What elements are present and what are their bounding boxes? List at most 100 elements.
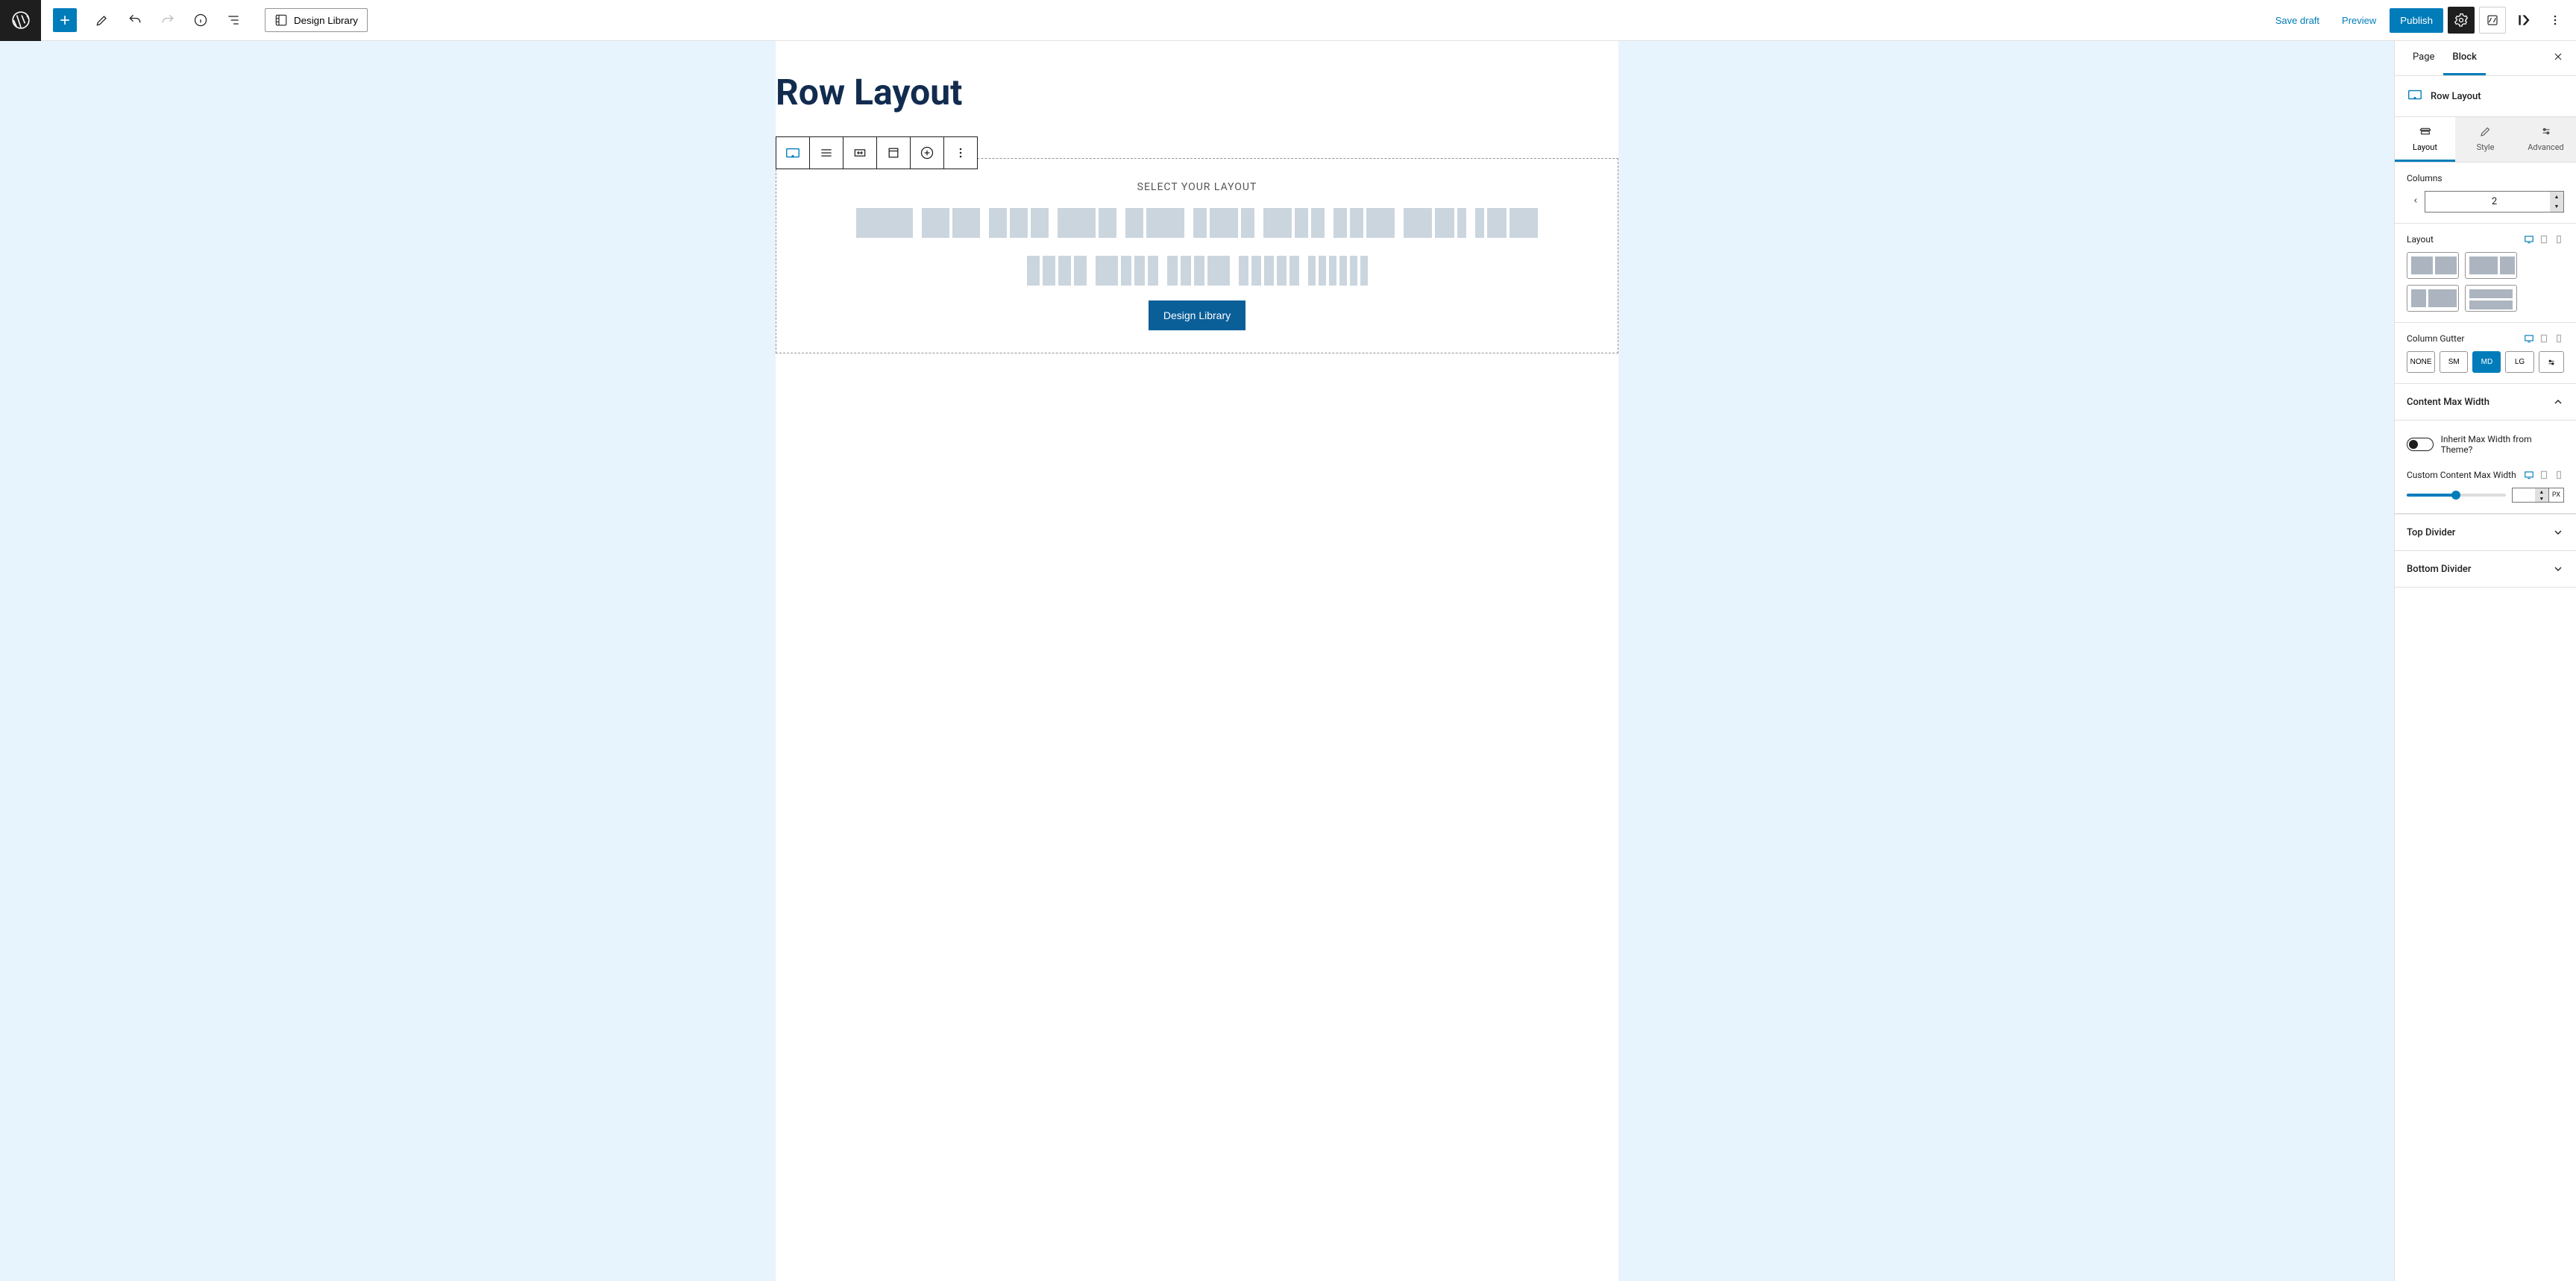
tab-block[interactable]: Block [2443,41,2485,75]
gutter-custom[interactable] [2539,351,2564,373]
vertical-align-button[interactable] [877,137,910,169]
columns-control: 2 ▲ ▼ [2407,191,2564,213]
layout-options [799,208,1595,286]
settings-tabs: Layout Style Advanced [2395,117,2576,163]
redo-button[interactable] [154,7,181,34]
tablet-icon[interactable] [2539,333,2549,344]
edit-mode-button[interactable] [89,7,116,34]
columns-input[interactable]: 2 ▲ ▼ [2425,191,2564,213]
layout-3col-rightwide[interactable] [1333,208,1395,238]
bottom-divider-header[interactable]: Bottom Divider [2395,551,2576,588]
gutter-none[interactable]: NONE [2407,351,2435,373]
info-button[interactable] [187,7,214,34]
tab-advanced[interactable]: Advanced [2516,117,2576,162]
width-input[interactable]: ▲ ▼ [2512,488,2549,503]
undo-button[interactable] [122,7,148,34]
tab-layout[interactable]: Layout [2395,117,2455,162]
design-library-label: Design Library [294,15,358,26]
tab-page[interactable]: Page [2404,41,2443,75]
layout-3col-firsthalf[interactable] [1404,208,1466,238]
block-name: Row Layout [2431,91,2481,102]
row-layout-icon [2407,86,2423,106]
layout-left-heavy[interactable] [2465,252,2517,279]
wordpress-logo[interactable] [0,0,41,41]
jetpack-button[interactable] [2479,7,2506,34]
desktop-icon[interactable] [2524,234,2534,245]
desktop-icon[interactable] [2524,470,2534,480]
layout-stacked[interactable] [2465,285,2517,312]
columns-decrease[interactable] [2407,196,2425,207]
width-unit[interactable]: PX [2549,488,2564,503]
close-sidebar-button[interactable] [2549,48,2567,69]
inherit-label: Inherit Max Width from Theme? [2441,434,2564,455]
block-more-button[interactable] [944,137,977,169]
desktop-icon[interactable] [2524,333,2534,344]
design-library-button[interactable]: Design Library [265,8,368,32]
tablet-icon[interactable] [2539,234,2549,245]
add-block-button[interactable] [53,8,77,32]
inherit-toggle[interactable] [2407,438,2434,451]
gutter-device-toggles [2524,333,2564,344]
layout-right-heavy[interactable] [2407,285,2459,312]
layout-5col[interactable] [1239,256,1299,286]
columns-spin-up[interactable]: ▲ [2550,192,2563,202]
layout-4col[interactable] [1027,256,1087,286]
layout-4col-leftwide[interactable] [1096,256,1158,286]
layout-3col-equal[interactable] [989,208,1049,238]
toolbar-left: Design Library [41,7,368,34]
more-options-button[interactable] [2542,7,2569,34]
width-button[interactable] [844,137,876,169]
columns-panel: Columns 2 ▲ ▼ [2395,163,2576,224]
canvas-area: Row Layout [0,41,2394,1281]
layout-2col-equal[interactable] [922,208,980,238]
placeholder-design-library-button[interactable]: Design Library [1149,300,1245,330]
top-toolbar: Design Library Save draft Preview Publis… [0,0,2576,41]
layout-6col[interactable] [1308,256,1368,286]
layout-device-toggles [2524,234,2564,245]
columns-spin-down[interactable]: ▼ [2550,202,2563,213]
gutter-lg[interactable]: LG [2505,351,2533,373]
layout-equal[interactable] [2407,252,2459,279]
layout-3col-leftwide[interactable] [1263,208,1325,238]
block-type-button[interactable] [776,137,809,169]
width-slider[interactable] [2407,494,2506,497]
block-header: Row Layout [2395,76,2576,117]
align-button[interactable] [810,137,843,169]
mobile-icon[interactable] [2554,470,2564,480]
list-view-button[interactable] [220,7,247,34]
settings-toggle-button[interactable] [2448,7,2475,34]
content-max-width-body: Inherit Max Width from Theme? Custom Con… [2395,421,2576,514]
inherit-toggle-row: Inherit Max Width from Theme? [2407,431,2564,458]
page-title[interactable]: Row Layout [776,71,1618,113]
placeholder-title: SELECT YOUR LAYOUT [799,181,1595,193]
sidebar-tabs: Page Block [2395,41,2576,76]
layout-4col-rightwide[interactable] [1167,256,1230,286]
tablet-icon[interactable] [2539,470,2549,480]
main-container: Row Layout [0,41,2576,1281]
content-max-width-header[interactable]: Content Max Width [2395,384,2576,421]
editor-canvas[interactable]: Row Layout [776,41,1618,1281]
tab-style[interactable]: Style [2455,117,2516,162]
save-draft-button[interactable]: Save draft [2266,9,2328,32]
gutter-md[interactable]: MD [2472,351,2501,373]
gutter-label: Column Gutter [2407,333,2464,344]
layout-panel: Layout [2395,224,2576,323]
width-spin-down[interactable]: ▼ [2535,495,2548,502]
width-slider-row: ▲ ▼ PX [2407,488,2564,503]
mobile-icon[interactable] [2554,234,2564,245]
layout-3col-lasthalf[interactable] [1475,208,1538,238]
layout-3col-midwide[interactable] [1193,208,1254,238]
layout-label: Layout [2407,234,2434,245]
layout-2col-left[interactable] [1058,208,1116,238]
gutter-sm[interactable]: SM [2440,351,2468,373]
layout-1col[interactable] [856,208,913,238]
layout-2col-right[interactable] [1125,208,1184,238]
preview-button[interactable]: Preview [2333,9,2385,32]
layout-grid [2407,252,2564,312]
publish-button[interactable]: Publish [2390,8,2443,33]
mobile-icon[interactable] [2554,333,2564,344]
add-section-button[interactable] [911,137,943,169]
top-divider-header[interactable]: Top Divider [2395,514,2576,551]
width-spin-up[interactable]: ▲ [2535,488,2548,495]
kadence-button[interactable] [2510,7,2537,34]
